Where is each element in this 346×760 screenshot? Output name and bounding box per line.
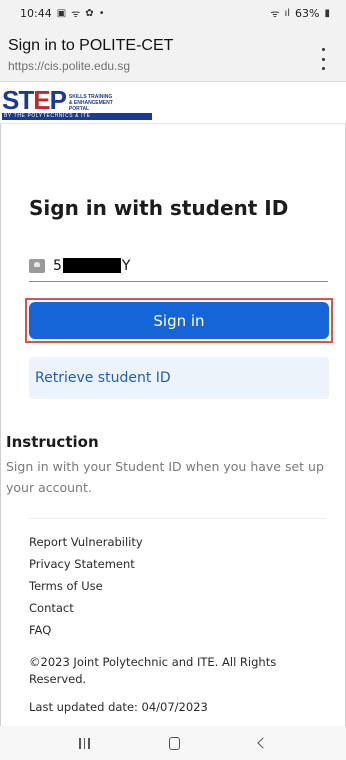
instruction-text: Sign in with your Student ID when you ha… (6, 459, 324, 495)
student-id-value[interactable]: 5Y (53, 258, 130, 274)
more-options-icon[interactable] (314, 48, 332, 70)
sign-in-heading: Sign in with student ID (29, 196, 289, 220)
logo-wordmark: STEP (2, 85, 67, 115)
sign-in-button[interactable]: Sign in (29, 302, 329, 339)
status-right: ᯤ ıl 63% ▮ (270, 6, 330, 21)
step-logo[interactable]: STEP SKILLS TRAINING & ENHANCEMENT PORTA… (2, 85, 152, 120)
battery-percent: 63% (295, 6, 320, 20)
footer-links: Report Vulnerability Privacy Statement T… (29, 534, 143, 644)
footer-divider (29, 518, 326, 519)
redaction-mask (62, 258, 121, 273)
page-url[interactable]: https://cis.polite.edu.sg (8, 58, 334, 74)
retrieve-student-id-button[interactable]: Retrieve student ID (29, 357, 329, 399)
footer-link-contact[interactable]: Contact (29, 600, 143, 622)
settings-icon: ✿ (85, 7, 94, 19)
browser-toolbar: Sign in to POLITE-CET https://cis.polite… (0, 26, 346, 82)
logo-strip: BY THE POLYTECHNICS & ITE (2, 113, 152, 120)
page-title: Sign in to POLITE-CET (8, 37, 174, 54)
dot-icon: • (98, 7, 105, 19)
last-updated-text: Last updated date: 04/07/2023 (29, 700, 208, 714)
status-left: 10:44 ▣ ᯤ ✿ • (20, 6, 105, 21)
id-badge-icon (29, 258, 45, 273)
footer-link-terms-of-use[interactable]: Terms of Use (29, 578, 143, 600)
logo-subtitle: SKILLS TRAINING & ENHANCEMENT PORTAL (68, 94, 113, 112)
gallery-icon: ▣ (56, 7, 67, 19)
wifi-calling-icon: ᯤ (71, 9, 81, 20)
instruction-title: Instruction (6, 433, 99, 451)
back-icon[interactable] (256, 737, 269, 749)
home-icon[interactable] (168, 736, 180, 750)
battery-icon: ▮ (324, 7, 330, 19)
footer-link-faq[interactable]: FAQ (29, 622, 143, 644)
student-id-field[interactable]: 5Y (29, 250, 328, 282)
clock: 10:44 (20, 6, 52, 20)
footer-link-report-vulnerability[interactable]: Report Vulnerability (29, 534, 143, 556)
copyright-text: ©2023 Joint Polytechnic and ITE. All Rig… (29, 655, 277, 686)
footer-link-privacy-statement[interactable]: Privacy Statement (29, 556, 143, 578)
system-nav-bar (0, 726, 346, 760)
wifi-icon: ᯤ (270, 9, 280, 20)
status-bar: 10:44 ▣ ᯤ ✿ • ᯤ ıl 63% ▮ (0, 0, 346, 26)
signal-icon: ıl (284, 7, 291, 19)
site-header: STEP SKILLS TRAINING & ENHANCEMENT PORTA… (0, 82, 346, 124)
recents-icon[interactable] (79, 737, 90, 749)
